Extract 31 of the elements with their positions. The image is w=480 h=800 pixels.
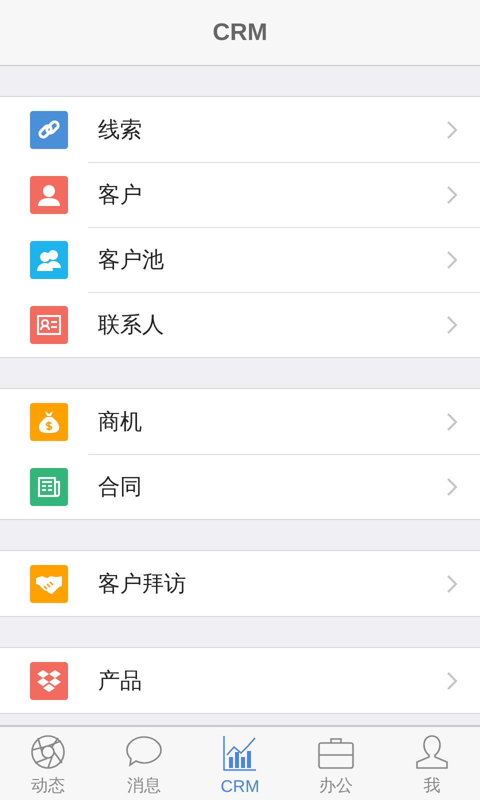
menu-item[interactable]: 客户池: [0, 227, 480, 292]
menu-item[interactable]: 产品: [0, 648, 480, 713]
menu-item[interactable]: 联系人: [0, 292, 480, 357]
menu-item-label: 商机: [98, 408, 143, 436]
page-title: CRM: [212, 18, 268, 46]
chevron-right-icon: [446, 250, 458, 270]
menu-item[interactable]: 商机: [0, 389, 480, 454]
bar-chart-icon[interactable]: [222, 735, 258, 773]
chevron-right-icon: [446, 574, 458, 594]
menu-item-label: 产品: [98, 666, 143, 694]
chevron-right-icon: [446, 670, 458, 690]
menu-item[interactable]: 客户: [0, 162, 480, 227]
aperture-icon[interactable]: [30, 734, 66, 770]
menu-item-label: 线索: [98, 116, 143, 144]
briefcase-icon[interactable]: [317, 736, 355, 770]
chevron-right-icon: [446, 476, 458, 496]
menu-item-label: 客户拜访: [98, 570, 187, 598]
menu-item-label: 联系人: [98, 310, 165, 338]
boxes-icon: [36, 668, 62, 694]
person-icon[interactable]: [414, 734, 450, 770]
menu-item[interactable]: 合同: [0, 454, 480, 519]
chevron-right-icon: [446, 314, 458, 334]
chevron-right-icon: [446, 184, 458, 204]
menu-item[interactable]: 客户拜访: [0, 551, 480, 616]
menu-item[interactable]: 线索: [0, 97, 480, 162]
chevron-right-icon: [446, 412, 458, 432]
menu-item-label: 合同: [98, 472, 143, 500]
menu-item-label: 客户: [98, 180, 143, 208]
money-bag-icon: [36, 408, 62, 434]
chevron-right-icon: [446, 120, 458, 140]
menu-item-label: 客户池: [98, 246, 165, 274]
